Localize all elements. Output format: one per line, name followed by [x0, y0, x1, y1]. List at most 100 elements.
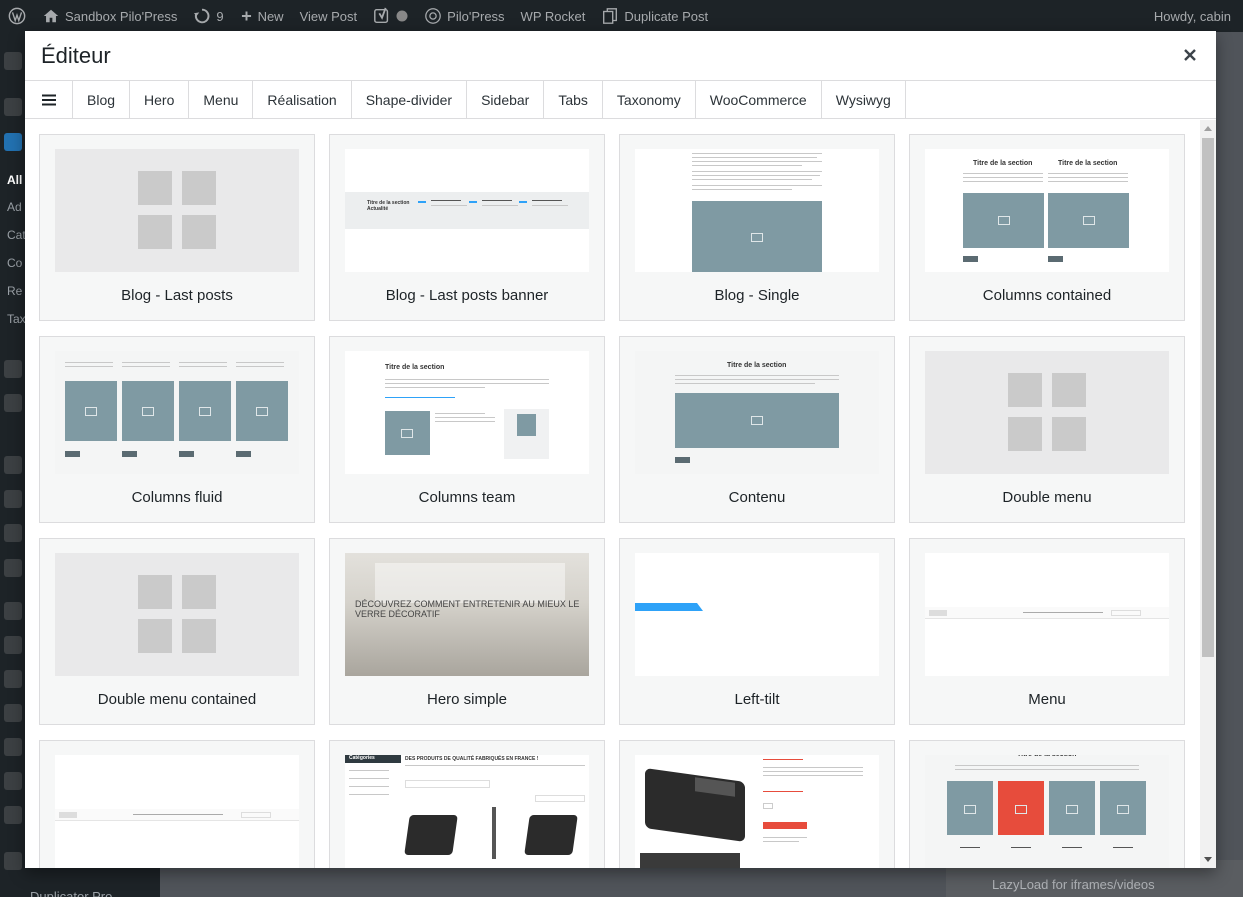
text-line	[763, 767, 863, 768]
new-label: New	[257, 8, 284, 24]
placeholder-block-icon	[1008, 417, 1042, 451]
tab-sidebar[interactable]: Sidebar	[467, 81, 545, 118]
layout-thumbnail	[925, 351, 1169, 474]
pin-icon	[4, 133, 22, 151]
view-post-label: View Post	[299, 8, 358, 24]
text-line	[763, 841, 799, 842]
layout-card-columns-fluid[interactable]: Columns fluid	[39, 336, 315, 523]
image-icon	[1083, 216, 1095, 225]
layout-card-columns-contained[interactable]: Titre de la section Titre de la section …	[909, 134, 1185, 321]
layout-thumbnail	[55, 149, 299, 272]
accent-line	[418, 201, 426, 203]
layout-card-label: Columns team	[418, 489, 516, 506]
sidebar-label-all: All	[7, 173, 23, 187]
text-line	[1011, 847, 1031, 848]
text-line	[763, 837, 807, 838]
updates-icon	[194, 8, 210, 24]
placeholder-block-icon	[182, 619, 216, 653]
tab-all[interactable]	[25, 81, 73, 118]
scroll-up-arrow-icon[interactable]	[1204, 126, 1212, 131]
image-icon	[1117, 805, 1129, 814]
view-post-link[interactable]: View Post	[292, 0, 366, 32]
quantity-placeholder	[763, 803, 773, 809]
shop-title: DES PRODUITS DE QUALITÉ FABRIQUÉS EN FRA…	[405, 756, 539, 762]
yoast-menu[interactable]	[365, 0, 416, 32]
wp-rocket-menu[interactable]: WP Rocket	[513, 0, 594, 32]
sidebar-label-duplicator: Duplicator Pro	[30, 889, 113, 897]
text-line	[179, 366, 227, 367]
tab-blog[interactable]: Blog	[73, 81, 131, 118]
products-icon	[4, 490, 22, 508]
analytics-icon	[4, 524, 22, 542]
tab-realisation[interactable]: Réalisation	[253, 81, 352, 118]
button-placeholder	[963, 256, 978, 262]
image-icon	[964, 805, 976, 814]
tab-woocommerce[interactable]: WooCommerce	[696, 81, 822, 118]
layout-thumbnail	[635, 755, 879, 868]
close-button[interactable]	[1180, 45, 1200, 65]
lazyload-option-text: LazyLoad for iframes/videos	[992, 877, 1155, 892]
text-line	[385, 383, 549, 384]
image-icon	[1015, 805, 1027, 814]
placeholder-block-icon	[138, 171, 172, 205]
scrollbar-thumb[interactable]	[1202, 138, 1214, 657]
menu-items-line	[1023, 612, 1103, 613]
layout-card-menu-variant[interactable]	[39, 740, 315, 868]
layout-thumbnail: Catégories DES PRODUITS DE QUALITÉ FABRI…	[345, 755, 589, 868]
tab-hero[interactable]: Hero	[130, 81, 190, 118]
text-line	[692, 165, 802, 166]
layout-card-contenu[interactable]: Titre de la section Contenu	[619, 336, 895, 523]
menu-items-line	[133, 814, 223, 815]
layout-card-shop-listing[interactable]: Catégories DES PRODUITS DE QUALITÉ FABRI…	[329, 740, 605, 868]
layout-card-label: Double menu contained	[97, 691, 257, 708]
text-line	[692, 189, 792, 190]
tab-tabs[interactable]: Tabs	[544, 81, 603, 118]
home-icon	[43, 9, 59, 23]
layout-thumbnail: DÉCOUVREZ COMMENT ENTRETENIR AU MIEUX LE…	[345, 553, 589, 676]
duplicate-post-link[interactable]: Duplicate Post	[593, 0, 716, 32]
layout-card-blog-last-posts[interactable]: Blog - Last posts	[39, 134, 315, 321]
text-line	[385, 379, 549, 380]
new-content-link[interactable]: New	[232, 0, 292, 32]
scroll-down-arrow-icon[interactable]	[1204, 857, 1212, 862]
layout-card-blog-single[interactable]: Blog - Single	[619, 134, 895, 321]
site-name-link[interactable]: Sandbox Pilo'Press	[34, 0, 185, 32]
layout-card-pricing-columns[interactable]: Titre de la section	[909, 740, 1185, 868]
column-title: Titre de la section	[1058, 160, 1118, 167]
section-title: Titre de la section	[385, 364, 445, 371]
image-icon	[401, 429, 413, 438]
text-line	[692, 157, 817, 158]
search-placeholder	[1111, 610, 1141, 616]
tab-shape-divider[interactable]: Shape-divider	[352, 81, 468, 118]
section-title: Titre de la section	[727, 362, 787, 369]
wordpress-logo-button[interactable]	[0, 0, 34, 32]
text-line	[763, 771, 863, 772]
layout-thumbnail	[635, 149, 879, 272]
layout-card-double-menu[interactable]: Double menu	[909, 336, 1185, 523]
layout-thumbnail	[55, 351, 299, 474]
layout-card-menu[interactable]: Menu	[909, 538, 1185, 725]
account-menu[interactable]: Howdy, cabin	[1146, 0, 1243, 32]
layout-card-columns-team[interactable]: Titre de la section Columns team	[329, 336, 605, 523]
hero-image-highlight	[375, 563, 565, 603]
text-line	[963, 177, 1043, 178]
tab-menu[interactable]: Menu	[189, 81, 254, 118]
banner-title: Titre de la section Actualité	[367, 200, 410, 212]
text-line	[122, 362, 170, 363]
grid-scrollbar[interactable]	[1200, 120, 1216, 868]
layout-card-hero-simple[interactable]: DÉCOUVREZ COMMENT ENTRETENIR AU MIEUX LE…	[329, 538, 605, 725]
logo-placeholder	[929, 610, 947, 616]
text-line	[692, 175, 820, 176]
tab-taxonomy[interactable]: Taxonomy	[603, 81, 696, 118]
layout-card-blog-last-posts-banner[interactable]: Titre de la section Actualité Blog - Las…	[329, 134, 605, 321]
updates-link[interactable]: 9	[185, 0, 231, 32]
layout-card-left-tilt[interactable]: Left-tilt	[619, 538, 895, 725]
text-line	[431, 200, 461, 201]
tab-wysiwyg[interactable]: Wysiwyg	[822, 81, 906, 118]
layout-card-double-menu-contained[interactable]: Double menu contained	[39, 538, 315, 725]
layout-card-product-single[interactable]	[619, 740, 895, 868]
price-line	[763, 759, 803, 760]
placeholder-block-icon	[182, 171, 216, 205]
pilopress-menu[interactable]: Pilo'Press	[416, 0, 512, 32]
button-placeholder	[122, 451, 137, 457]
